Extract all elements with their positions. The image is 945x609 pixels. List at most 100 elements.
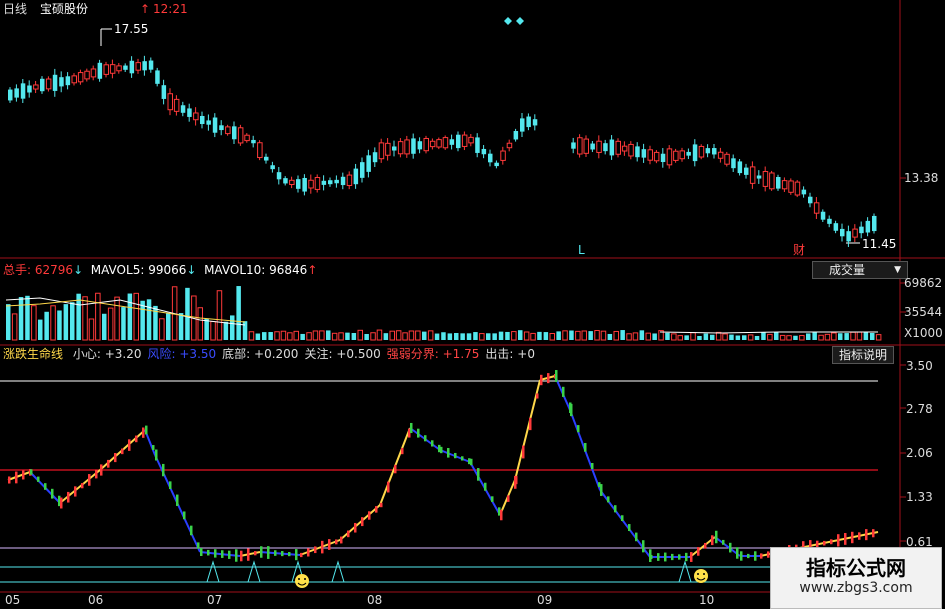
candlestick [173, 95, 180, 116]
candlestick [859, 221, 864, 239]
indicator-bar [671, 553, 674, 561]
indicator-bar [37, 476, 40, 482]
volume-bar [870, 332, 875, 340]
volume-bar [38, 319, 43, 340]
volume-bar [402, 332, 408, 341]
volume-bar [543, 332, 549, 340]
candlestick [731, 154, 736, 172]
x-axis-label: 10 [699, 593, 715, 607]
candlestick [520, 112, 525, 138]
candlestick [392, 140, 397, 157]
indicator-bar [600, 484, 603, 496]
indicator-bar [162, 463, 165, 477]
indicator-bar [562, 386, 565, 397]
candlestick [506, 139, 513, 152]
candlestick [769, 170, 775, 191]
indicator-bar [678, 554, 681, 560]
indicator-bar [424, 435, 427, 442]
price-axis-label: 13.38 [904, 171, 939, 185]
indicator-param-value: +1.75 [442, 347, 480, 361]
down-arrow-icon: ↓ [186, 263, 197, 277]
candlestick [571, 137, 576, 154]
marker-cai: 财 [793, 243, 806, 257]
volume-bar [569, 330, 574, 340]
candlestick [532, 114, 538, 131]
candlestick [180, 101, 186, 117]
period-label[interactable]: 日线 [3, 3, 27, 15]
indicator-param-value: +3.50 [179, 347, 217, 361]
volume-bar [312, 330, 319, 341]
indicator-bar [247, 548, 250, 561]
candlestick [456, 131, 461, 152]
indicator-bar [44, 483, 47, 490]
candlestick [737, 159, 743, 176]
indicator-bar [704, 542, 707, 549]
volume-bar [505, 331, 510, 340]
volume-bar [434, 333, 440, 340]
indicator-bar [865, 529, 868, 541]
indicator-bar [454, 452, 457, 459]
indicator-bar [507, 495, 510, 502]
volume-indicator-select[interactable]: 成交量 ▼ [812, 261, 908, 279]
indicator-bar [300, 552, 303, 558]
volume-bar [6, 304, 11, 340]
candlestick [820, 209, 826, 222]
smiley-icon [694, 569, 708, 583]
candlestick [590, 141, 595, 153]
candlestick [270, 161, 275, 173]
volume-axis-unit: X1000 [904, 326, 943, 340]
candlestick [846, 225, 851, 247]
candlestick [97, 59, 103, 82]
candlestick [744, 163, 749, 179]
indicator-bar [747, 553, 750, 559]
candlestick [513, 128, 519, 142]
indicator-param-value: +3.20 [104, 347, 142, 361]
volume-bar [31, 305, 37, 341]
indicator-param-value: +0.200 [254, 347, 299, 361]
volume-bar [395, 330, 402, 341]
candlestick [103, 61, 109, 78]
volume-bar [415, 330, 421, 341]
indicator-bar [121, 448, 124, 455]
volume-bar [774, 332, 779, 340]
indicator-bar [169, 481, 172, 489]
volume-bar [204, 318, 209, 340]
indicator-bar [142, 427, 145, 438]
candlestick [346, 171, 353, 190]
candlestick [417, 137, 423, 154]
volume-bar [44, 311, 49, 340]
indicator-bar [591, 462, 594, 470]
indicator-param: 底部: +0.200 [222, 347, 299, 361]
volume-bar [588, 331, 593, 340]
indicator-bar [190, 525, 193, 536]
volume-bar [793, 335, 798, 340]
volume-bar [262, 332, 267, 340]
volume-bar [287, 332, 293, 341]
candlestick [641, 143, 647, 163]
candlestick [481, 145, 487, 159]
volume-bar [441, 332, 446, 340]
indicator-help-button[interactable]: 指标说明 [832, 346, 895, 364]
mavol10-value: 96846 [269, 263, 308, 277]
indicator-param-label: 风险 [147, 347, 172, 361]
volume-bar [383, 333, 389, 340]
indicator-bar [500, 509, 503, 521]
candlestick [142, 55, 147, 76]
volume-bar [63, 304, 69, 340]
volume-bar [345, 332, 350, 340]
indicator-bar [447, 448, 450, 458]
volume-bar [230, 315, 235, 340]
candlestick [436, 137, 442, 150]
volume-bar [370, 332, 376, 341]
candlestick [609, 135, 615, 160]
indicator-bar [697, 547, 700, 556]
indicator-bar [183, 511, 186, 520]
candlestick [52, 68, 58, 97]
indicator-bar [22, 470, 25, 480]
volume-bar [486, 333, 491, 340]
indicator-param-label: 底部 [222, 347, 247, 361]
mavol-line [659, 331, 878, 334]
volume-bar [652, 333, 657, 340]
candlestick [385, 138, 391, 161]
mavol5-value: 99066 [148, 263, 187, 277]
